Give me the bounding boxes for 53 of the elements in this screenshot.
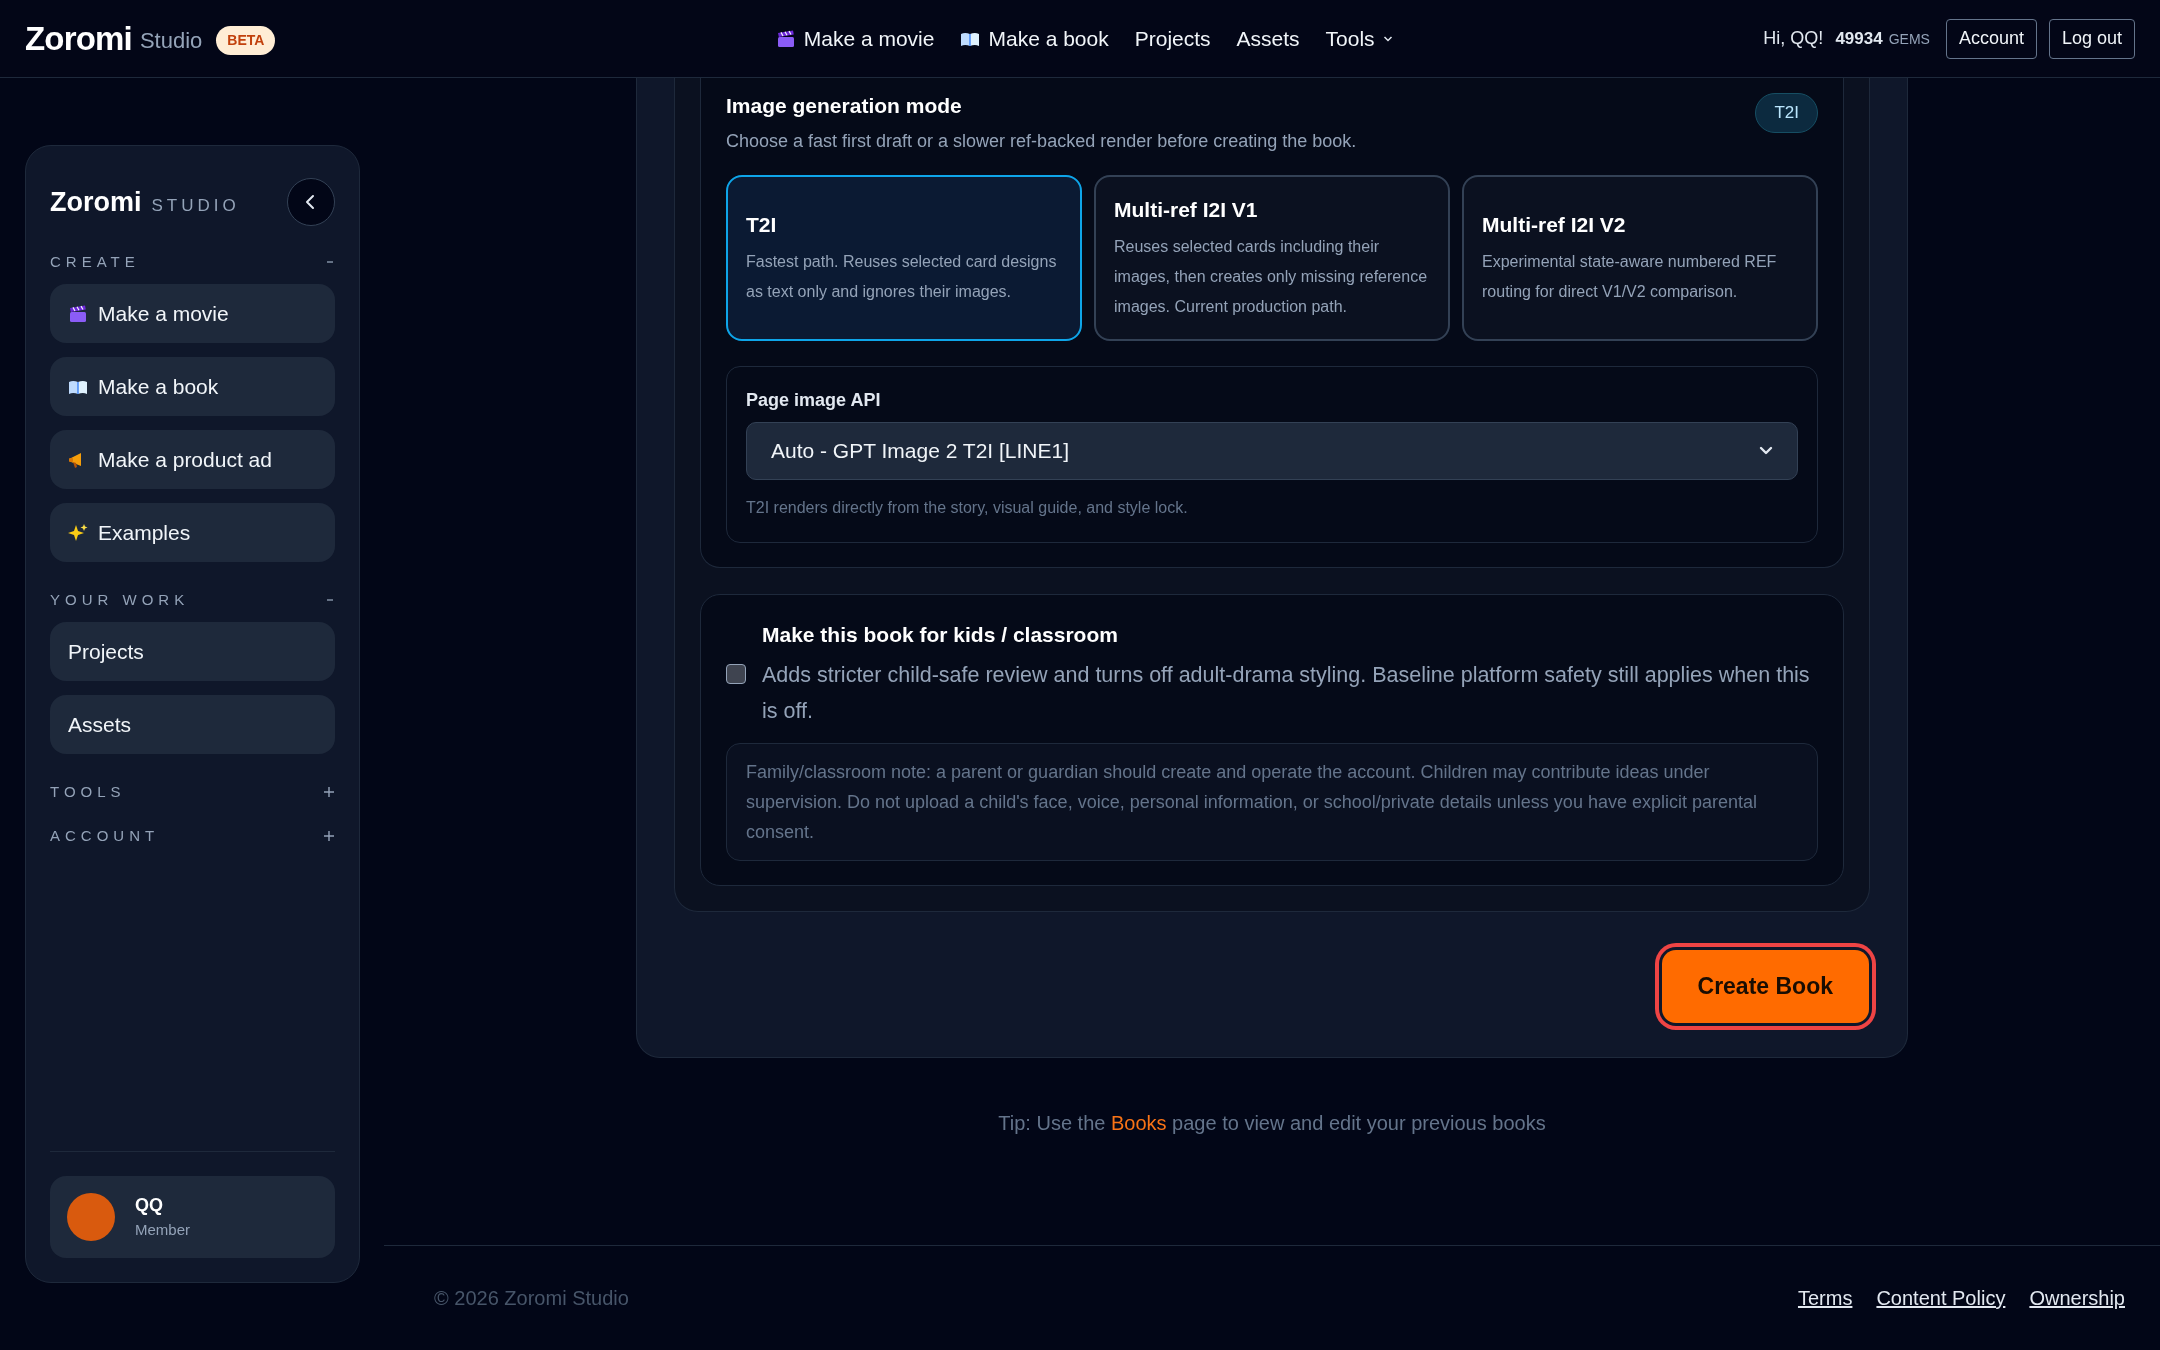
field-label: Page image API (746, 389, 882, 412)
nav-link[interactable]: Make a movie (775, 22, 935, 55)
header-button[interactable]: Account (1945, 18, 2037, 59)
mode-option-card[interactable]: Multi-ref I2I V2 Experimental state-aware numbered REF routing for direct V1/V2 comparison. (1462, 175, 1818, 341)
tip-text: Tip: Use the Books page to view and edit your previous books (998, 1111, 1546, 1134)
api-select[interactable]: Auto - GPT Image 2 T2I [LINE1] (746, 422, 1798, 480)
nav-link[interactable]: Tools (1325, 22, 1393, 55)
section-heading[interactable]: TOOLS (50, 780, 126, 804)
user-name: QQ (135, 1194, 164, 1218)
section-heading[interactable]: YOUR WORK (50, 588, 190, 612)
sidebar-logo[interactable]: Zoromi (50, 181, 142, 223)
gems-label: GEMS (1888, 29, 1930, 49)
sidebar-item[interactable]: Projects (50, 622, 335, 681)
sidebar-item[interactable]: Make a book (50, 357, 335, 416)
sidebar-item[interactable]: Make a product ad (50, 430, 335, 489)
checkbox-label: Make this book for kids / classroom (762, 622, 1119, 648)
sidebar-item[interactable]: Examples (50, 503, 335, 562)
logo-subtitle: Studio (139, 27, 203, 55)
footer-link[interactable]: Ownership (2029, 1282, 2125, 1313)
clapperboard-icon (775, 28, 796, 49)
nav-link[interactable]: Projects (1134, 22, 1211, 55)
kids-checkbox[interactable] (726, 663, 746, 684)
avatar (67, 1193, 115, 1241)
clapperboard-icon (68, 303, 88, 324)
checkbox-description: Adds stricter child-safe review and turns off adult-drama styling. Baseline platform safety still applies when this is off. (762, 661, 1811, 725)
section-subtitle: Choose a fast first draft or a slower ref-backed render before creating the book. (726, 130, 1357, 153)
sidebar-item[interactable]: Assets (50, 695, 335, 754)
mode-option-card[interactable]: Multi-ref I2I V1 Reuses selected cards including their images, then creates only missing reference images. Current production path. (1094, 175, 1450, 341)
sidebar-logo-subtitle: STUDIO (151, 194, 240, 217)
greeting-text: Hi, QQ! (1763, 27, 1824, 50)
section-title: Image generation mode (726, 93, 963, 119)
user-role: Member (135, 1220, 190, 1241)
books-link[interactable]: Books (1110, 1111, 1167, 1134)
sparkles-icon (68, 522, 88, 543)
mode-option-card[interactable]: T2I Fastest path. Reuses selected card designs as text only and ignores their images. (726, 175, 1082, 341)
chevron-down-icon (1382, 34, 1393, 43)
user-card[interactable]: QQ Member (50, 1176, 335, 1258)
header-button[interactable]: Log out (2048, 18, 2135, 59)
note-box: Family/classroom note: a parent or guardian should create and operate the account. Children may contribute ideas under supervision. Do not upload a child's face, voice, personal information, or school/private details unless you have explicit parental consent. (726, 742, 1818, 861)
copyright-text: © 2026 Zoromi Studio (434, 1285, 629, 1311)
sidebar-item[interactable]: Make a movie (50, 284, 335, 343)
section-heading[interactable]: CREATE (50, 250, 140, 274)
mode-badge: T2I (1755, 93, 1818, 133)
field-hint: T2I renders directly from the story, visual guide, and style lock. (746, 498, 1189, 518)
logo[interactable]: Zoromi (25, 13, 132, 64)
footer-link[interactable]: Content Policy (1876, 1282, 2006, 1313)
beta-badge: BETA (216, 26, 276, 55)
chevron-down-icon (1759, 446, 1773, 456)
footer-link[interactable]: Terms (1797, 1282, 1853, 1313)
section-heading[interactable]: ACCOUNT (50, 824, 160, 848)
gems-count: 49934 (1835, 27, 1883, 50)
nav-link[interactable]: Make a book (960, 22, 1109, 55)
nav-link[interactable]: Assets (1236, 22, 1300, 55)
